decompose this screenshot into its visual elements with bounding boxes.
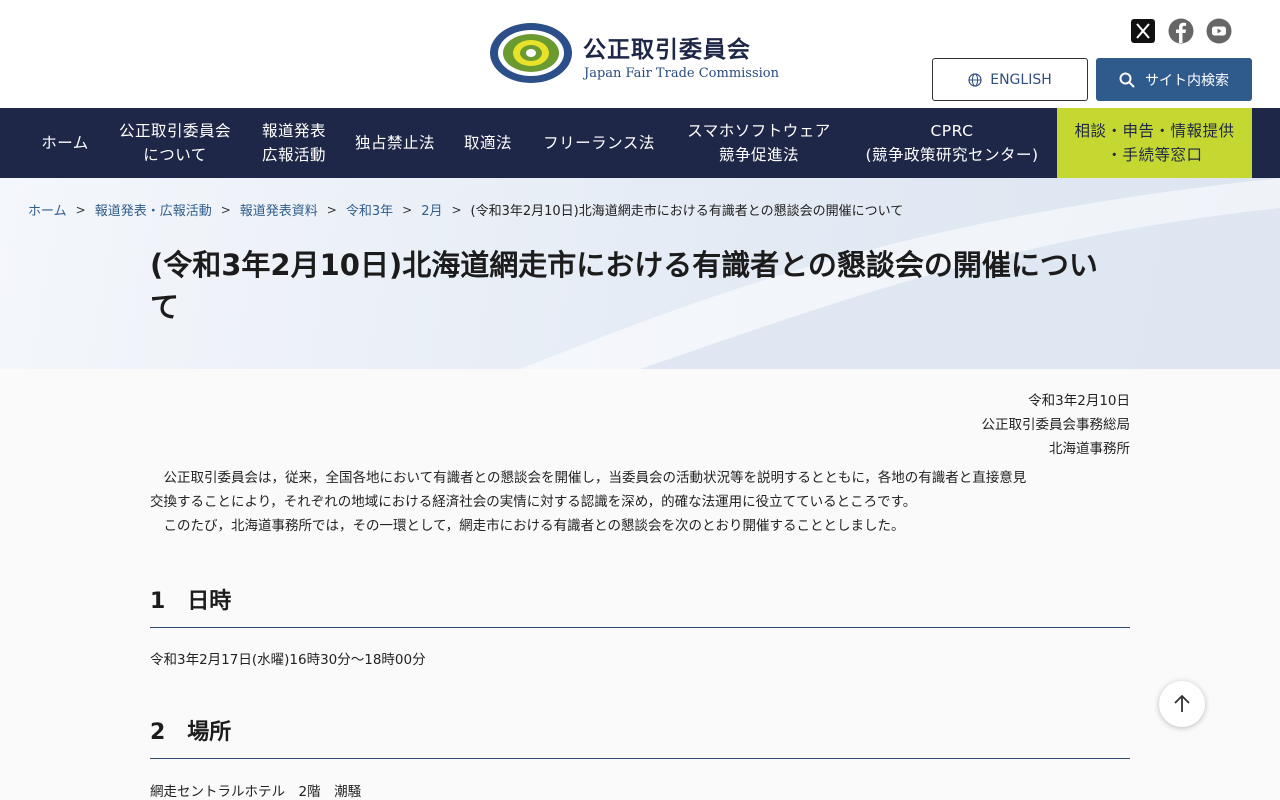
breadcrumb-separator: > [220, 202, 231, 217]
nav-item-label-line2: ・手続等窓口 [1106, 146, 1203, 164]
intro-paragraph-1-line2: 交換することにより，それぞれの地域における経済社会の実情に対する認識を深め，的確… [150, 494, 917, 510]
breadcrumb-current: (令和3年2月10日)北海道網走市における有識者との懇談会の開催について [470, 204, 904, 219]
nav-item-smartphone[interactable]: スマホソフトウェア 競争促進法 [674, 108, 844, 178]
section-text-datetime: 令和3年2月17日(水曜)16時30分～18時00分 [150, 652, 426, 668]
nav-item-home[interactable]: ホーム [28, 108, 102, 178]
nav-item-label-line1: 公正取引委員会 [118, 122, 231, 140]
page-title: (令和3年2月10日)北海道網走市における有識者との懇談会の開催につい て [150, 244, 1130, 328]
search-icon [1119, 72, 1135, 87]
site-header: 公正取引委員会 Japan Fair Trade Commission ENGL… [0, 0, 1280, 108]
breadcrumb: ホーム > 報道発表・広報活動 > 報道発表資料 > 令和3年 > 2月 > (… [28, 200, 904, 220]
breadcrumb-item-year[interactable]: 令和3年 [346, 200, 393, 219]
section-text-venue: 網走セントラルホテル 2階 潮騒 [150, 784, 362, 800]
nav-item-label-line1: スマホソフトウェア [687, 122, 831, 140]
intro-paragraph-2: このたび，北海道事務所では，その一環として，網走市における有識者との懇談会を次の… [150, 518, 905, 534]
nav-item-label-line2: 広報活動 [261, 146, 326, 164]
nav-item-label: 取適法 [463, 134, 512, 152]
nav-item-label: フリーランス法 [543, 134, 655, 152]
breadcrumb-item-materials[interactable]: 報道発表資料 [240, 200, 318, 219]
breadcrumb-separator: > [75, 202, 86, 217]
breadcrumb-item-month[interactable]: 2月 [421, 200, 442, 219]
section-heading-venue: 2 場所 [150, 714, 1130, 759]
nav-item-subcontract[interactable]: 取適法 [452, 108, 524, 178]
intro-paragraph-1: 公正取引委員会は，従来，全国各地において有識者との懇談会を開催し，当委員会の活動… [150, 466, 1130, 514]
nav-item-label: ホーム [41, 134, 89, 152]
nav-item-label-line1: 報道発表 [261, 122, 326, 140]
nav-item-label: 報道発表 広報活動 [262, 119, 326, 167]
nav-item-about[interactable]: 公正取引委員会 について [106, 108, 244, 178]
nav-item-cprc[interactable]: CPRC (競争政策研究センター) [852, 108, 1052, 178]
breadcrumb-separator: > [326, 202, 337, 217]
breadcrumb-item-home[interactable]: ホーム [28, 200, 67, 219]
release-org: 公正取引委員会事務総局 [981, 417, 1131, 433]
search-label: サイト内検索 [1145, 72, 1229, 89]
nav-item-freelance[interactable]: フリーランス法 [530, 108, 668, 178]
nav-item-label: 公正取引委員会 について [119, 119, 231, 167]
intro-paragraph-1-line1: 公正取引委員会は，従来，全国各地において有識者との懇談会を開催し，当委員会の活動… [150, 470, 1027, 486]
release-date: 令和3年2月10日 [1028, 393, 1130, 409]
nav-item-label-line2: について [143, 146, 207, 164]
breadcrumb-separator: > [451, 202, 462, 217]
nav-item-label-line2: (競争政策研究センター) [865, 146, 1039, 164]
nav-item-label-line1: CPRC [930, 122, 974, 140]
x-icon[interactable] [1130, 18, 1156, 44]
english-button[interactable]: ENGLISH [932, 58, 1088, 101]
facebook-icon[interactable] [1168, 18, 1194, 44]
global-nav: ホーム 公正取引委員会 について 報道発表 広報活動 独占禁止法 取適法 フリー… [0, 108, 1280, 178]
jftc-emblem-icon [490, 23, 572, 83]
page-title-line2: て [150, 290, 180, 324]
back-to-top-button[interactable] [1159, 681, 1205, 727]
section-heading-datetime: 1 日時 [150, 583, 1130, 628]
release-office: 北海道事務所 [1049, 441, 1130, 457]
jftc-logo[interactable] [488, 22, 574, 84]
nav-item-press[interactable]: 報道発表 広報活動 [250, 108, 338, 178]
release-meta: 令和3年2月10日 公正取引委員会事務総局 北海道事務所 [982, 389, 1131, 461]
globe-icon [968, 72, 982, 87]
nav-item-label-line1: 相談・申告・情報提供 [1074, 122, 1235, 140]
nav-item-label: 独占禁止法 [354, 134, 435, 152]
nav-item-label: スマホソフトウェア 競争促進法 [687, 119, 831, 167]
site-subtitle[interactable]: Japan Fair Trade Commission [584, 66, 779, 81]
nav-item-antimonopoly[interactable]: 独占禁止法 [344, 108, 446, 178]
nav-item-label-line2: 競争促進法 [718, 146, 799, 164]
nav-item-label: CPRC (競争政策研究センター) [865, 119, 1038, 167]
breadcrumb-separator: > [402, 202, 413, 217]
site-search-button[interactable]: サイト内検索 [1096, 58, 1252, 101]
arrow-up-icon [1174, 694, 1190, 712]
site-title[interactable]: 公正取引委員会 [583, 30, 751, 64]
page-title-line1: (令和3年2月10日)北海道網走市における有識者との懇談会の開催につい [150, 248, 1098, 282]
nav-item-label: 相談・申告・情報提供 ・手続等窓口 [1074, 119, 1234, 167]
english-label: ENGLISH [990, 71, 1052, 88]
youtube-icon[interactable] [1206, 18, 1232, 44]
breadcrumb-item-press[interactable]: 報道発表・広報活動 [95, 200, 212, 219]
page-hero: ホーム > 報道発表・広報活動 > 報道発表資料 > 令和3年 > 2月 > (… [0, 178, 1280, 369]
nav-item-consultation[interactable]: 相談・申告・情報提供 ・手続等窓口 [1057, 108, 1252, 178]
